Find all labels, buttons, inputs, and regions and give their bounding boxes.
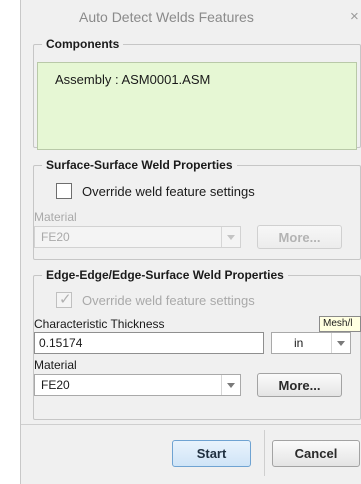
surface-material-select[interactable]: FE20 [34, 226, 241, 248]
components-legend: Components [46, 37, 120, 51]
checkmark-icon: ✓ [59, 291, 72, 308]
chevron-down-icon [227, 235, 235, 240]
list-item[interactable]: Assembly : ASM0001.ASM [55, 72, 210, 87]
edge-edge-legend: Edge-Edge/Edge-Surface Weld Properties [46, 268, 284, 282]
components-list[interactable]: Assembly : ASM0001.ASM [37, 62, 357, 150]
edge-more-button[interactable]: More... [257, 373, 342, 397]
button-divider [264, 430, 265, 476]
edge-override-label: Override weld feature settings [82, 292, 255, 308]
edge-material-select[interactable]: FE20 [34, 374, 241, 396]
edge-material-label: Material [34, 358, 77, 372]
title-bar: Auto Detect Welds Features × [21, 0, 361, 36]
units-value: in [294, 336, 304, 350]
footer-divider [21, 424, 361, 425]
edge-edge-group: Edge-Edge/Edge-Surface Weld Properties ✓… [33, 268, 361, 420]
components-group: Components Assembly : ASM0001.ASM [33, 37, 361, 150]
thickness-value: 0.15174 [39, 336, 83, 350]
surface-surface-group: Surface-Surface Weld Properties Override… [33, 158, 361, 260]
surface-material-value: FE20 [41, 230, 70, 244]
close-icon[interactable]: × [350, 8, 359, 25]
surface-material-label: Material [34, 210, 77, 224]
chevron-down-icon [227, 383, 235, 388]
surface-more-button[interactable]: More... [257, 225, 342, 249]
surface-override-checkbox[interactable] [56, 183, 72, 199]
surface-surface-legend: Surface-Surface Weld Properties [46, 158, 233, 172]
thickness-label: Characteristic Thickness [34, 317, 165, 331]
tooltip: Mesh/l [319, 316, 361, 332]
edge-override-row[interactable]: ✓ Override weld feature settings [56, 291, 255, 308]
edge-material-value: FE20 [41, 378, 70, 392]
surface-override-row[interactable]: Override weld feature settings [56, 183, 255, 199]
units-select[interactable]: in [271, 332, 351, 354]
chevron-down-icon [337, 341, 345, 346]
cancel-button[interactable]: Cancel [272, 440, 360, 467]
surface-override-label: Override weld feature settings [82, 183, 255, 199]
start-button[interactable]: Start [172, 440, 251, 467]
dialog-title: Auto Detect Welds Features [79, 9, 254, 25]
edge-override-checkbox[interactable]: ✓ [56, 291, 72, 308]
thickness-input[interactable]: 0.15174 [34, 332, 264, 354]
auto-detect-welds-dialog: Auto Detect Welds Features × Components … [20, 0, 361, 484]
